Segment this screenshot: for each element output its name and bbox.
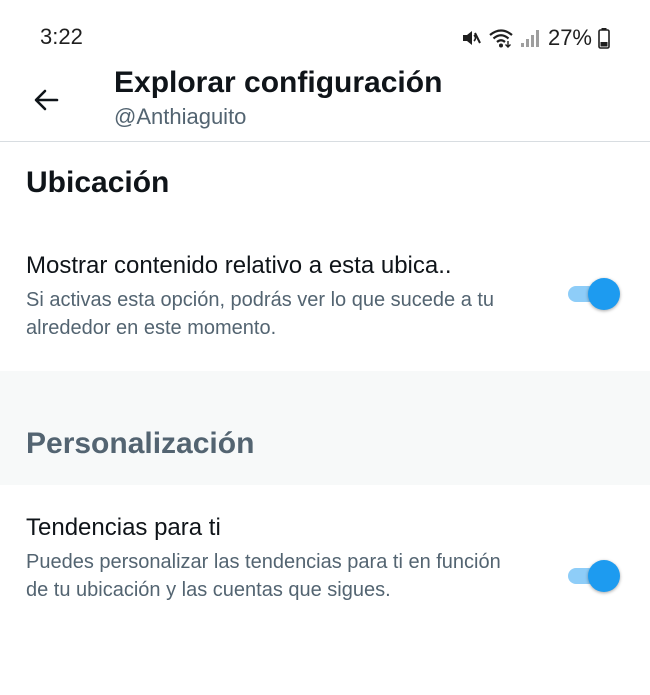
- setting-description: Puedes personalizar las tendencias para …: [26, 551, 501, 601]
- setting-row-trends-for-you[interactable]: Tendencias para ti Puedes personalizar l…: [0, 508, 650, 648]
- status-time: 3:22: [40, 24, 83, 49]
- vibrate-mute-icon: [460, 27, 482, 49]
- setting-title: Tendencias para ti: [26, 514, 221, 541]
- location-content-toggle[interactable]: [568, 278, 620, 310]
- setting-title: Mostrar contenido relativo a esta ubica.…: [26, 252, 452, 279]
- back-button[interactable]: [24, 80, 68, 124]
- setting-row-location-content[interactable]: Mostrar contenido relativo a esta ubica.…: [0, 246, 650, 366]
- page-title: Explorar configuración: [114, 66, 443, 99]
- section-header-location: Ubicación: [26, 166, 170, 199]
- battery-icon: [598, 27, 610, 49]
- section-header-personalization: Personalización: [0, 371, 650, 485]
- toggle-knob: [588, 560, 620, 592]
- app-header: Explorar configuración @Anthiaguito: [0, 60, 650, 142]
- battery-percent: 27%: [547, 25, 592, 50]
- status-icons: 27%: [460, 22, 610, 54]
- account-handle: @Anthiaguito: [114, 104, 247, 129]
- arrow-left-icon: [31, 85, 61, 120]
- toggle-knob: [588, 278, 620, 310]
- cell-signal-icon: [520, 27, 540, 49]
- setting-description: Si activas esta opción, podrás ver lo qu…: [26, 289, 495, 339]
- trends-for-you-toggle[interactable]: [568, 560, 620, 592]
- wifi-icon: [488, 27, 514, 49]
